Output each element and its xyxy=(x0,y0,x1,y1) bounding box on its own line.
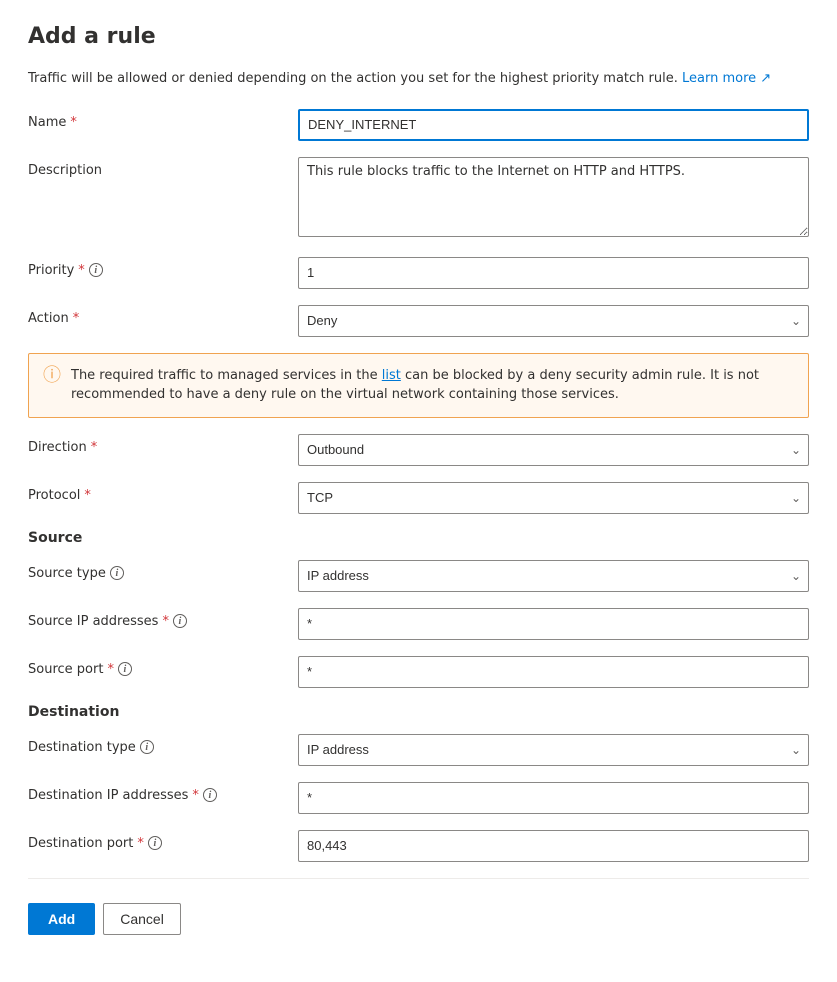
protocol-select[interactable]: TCP UDP Any xyxy=(298,482,809,514)
source-type-info-icon[interactable]: i xyxy=(110,566,124,580)
warning-icon: ⓘ xyxy=(43,367,61,385)
source-port-field-wrapper xyxy=(298,656,809,688)
destination-header: Destination xyxy=(28,704,809,720)
name-required: * xyxy=(70,115,77,130)
priority-field-wrapper xyxy=(298,257,809,289)
action-select-wrapper: Deny Allow ⌄ xyxy=(298,305,809,337)
priority-info-icon[interactable]: i xyxy=(89,263,103,277)
button-row: Add Cancel xyxy=(28,895,809,935)
description-row: Description This rule blocks traffic to … xyxy=(28,157,809,241)
source-ip-info-icon[interactable]: i xyxy=(173,614,187,628)
dest-ip-row: Destination IP addresses * i xyxy=(28,782,809,814)
dest-type-info-icon[interactable]: i xyxy=(140,740,154,754)
destination-section: Destination Destination type i IP addres… xyxy=(28,704,809,862)
dest-type-label: Destination type i xyxy=(28,734,298,755)
priority-required: * xyxy=(78,263,85,278)
source-ip-input[interactable] xyxy=(298,608,809,640)
source-port-required: * xyxy=(107,662,114,677)
description-field-wrapper: This rule blocks traffic to the Internet… xyxy=(298,157,809,241)
page-title: Add a rule xyxy=(28,24,809,49)
source-type-select[interactable]: IP address Service Tag xyxy=(298,560,809,592)
priority-row: Priority * i xyxy=(28,257,809,289)
warning-text: The required traffic to managed services… xyxy=(71,366,794,405)
dest-port-label: Destination port * i xyxy=(28,830,298,851)
dest-type-row: Destination type i IP address Service Ta… xyxy=(28,734,809,766)
action-row: Action * Deny Allow ⌄ xyxy=(28,305,809,337)
description-label: Description xyxy=(28,157,298,178)
source-ip-field-wrapper xyxy=(298,608,809,640)
cancel-button[interactable]: Cancel xyxy=(103,903,181,935)
action-label: Action * xyxy=(28,305,298,326)
source-port-input[interactable] xyxy=(298,656,809,688)
dest-type-field-wrapper: IP address Service Tag ⌄ xyxy=(298,734,809,766)
warning-list-link[interactable]: list xyxy=(382,368,401,383)
source-ip-required: * xyxy=(162,614,169,629)
protocol-select-wrapper: TCP UDP Any ⌄ xyxy=(298,482,809,514)
source-ip-label: Source IP addresses * i xyxy=(28,608,298,629)
direction-required: * xyxy=(91,440,98,455)
add-button[interactable]: Add xyxy=(28,903,95,935)
dest-ip-field-wrapper xyxy=(298,782,809,814)
dest-type-select[interactable]: IP address Service Tag xyxy=(298,734,809,766)
intro-text: Traffic will be allowed or denied depend… xyxy=(28,69,809,89)
name-label: Name * xyxy=(28,109,298,130)
dest-ip-input[interactable] xyxy=(298,782,809,814)
source-port-label: Source port * i xyxy=(28,656,298,677)
direction-row: Direction * Outbound Inbound ⌄ xyxy=(28,434,809,466)
learn-more-link[interactable]: Learn more ↗ xyxy=(682,71,771,86)
dest-ip-required: * xyxy=(192,788,199,803)
source-port-info-icon[interactable]: i xyxy=(118,662,132,676)
dest-port-info-icon[interactable]: i xyxy=(148,836,162,850)
source-type-select-wrapper: IP address Service Tag ⌄ xyxy=(298,560,809,592)
priority-label: Priority * i xyxy=(28,257,298,278)
direction-select-wrapper: Outbound Inbound ⌄ xyxy=(298,434,809,466)
action-required: * xyxy=(73,311,80,326)
dest-type-select-wrapper: IP address Service Tag ⌄ xyxy=(298,734,809,766)
source-type-field-wrapper: IP address Service Tag ⌄ xyxy=(298,560,809,592)
source-port-row: Source port * i xyxy=(28,656,809,688)
dest-ip-label: Destination IP addresses * i xyxy=(28,782,298,803)
dest-port-input[interactable] xyxy=(298,830,809,862)
protocol-label: Protocol * xyxy=(28,482,298,503)
action-field-wrapper: Deny Allow ⌄ xyxy=(298,305,809,337)
source-ip-row: Source IP addresses * i xyxy=(28,608,809,640)
dest-port-row: Destination port * i xyxy=(28,830,809,862)
dest-port-required: * xyxy=(137,836,144,851)
source-type-row: Source type i IP address Service Tag ⌄ xyxy=(28,560,809,592)
name-field-wrapper xyxy=(298,109,809,141)
dest-ip-info-icon[interactable]: i xyxy=(203,788,217,802)
direction-select[interactable]: Outbound Inbound xyxy=(298,434,809,466)
name-input[interactable] xyxy=(298,109,809,141)
external-link-icon: ↗ xyxy=(760,71,771,86)
direction-field-wrapper: Outbound Inbound ⌄ xyxy=(298,434,809,466)
description-input[interactable]: This rule blocks traffic to the Internet… xyxy=(298,157,809,237)
protocol-required: * xyxy=(84,488,91,503)
direction-label: Direction * xyxy=(28,434,298,455)
protocol-row: Protocol * TCP UDP Any ⌄ xyxy=(28,482,809,514)
separator xyxy=(28,878,809,879)
source-type-label: Source type i xyxy=(28,560,298,581)
dest-port-field-wrapper xyxy=(298,830,809,862)
name-row: Name * xyxy=(28,109,809,141)
source-section: Source Source type i IP address Service … xyxy=(28,530,809,688)
priority-input[interactable] xyxy=(298,257,809,289)
action-select[interactable]: Deny Allow xyxy=(298,305,809,337)
source-header: Source xyxy=(28,530,809,546)
warning-box: ⓘ The required traffic to managed servic… xyxy=(28,353,809,418)
protocol-field-wrapper: TCP UDP Any ⌄ xyxy=(298,482,809,514)
